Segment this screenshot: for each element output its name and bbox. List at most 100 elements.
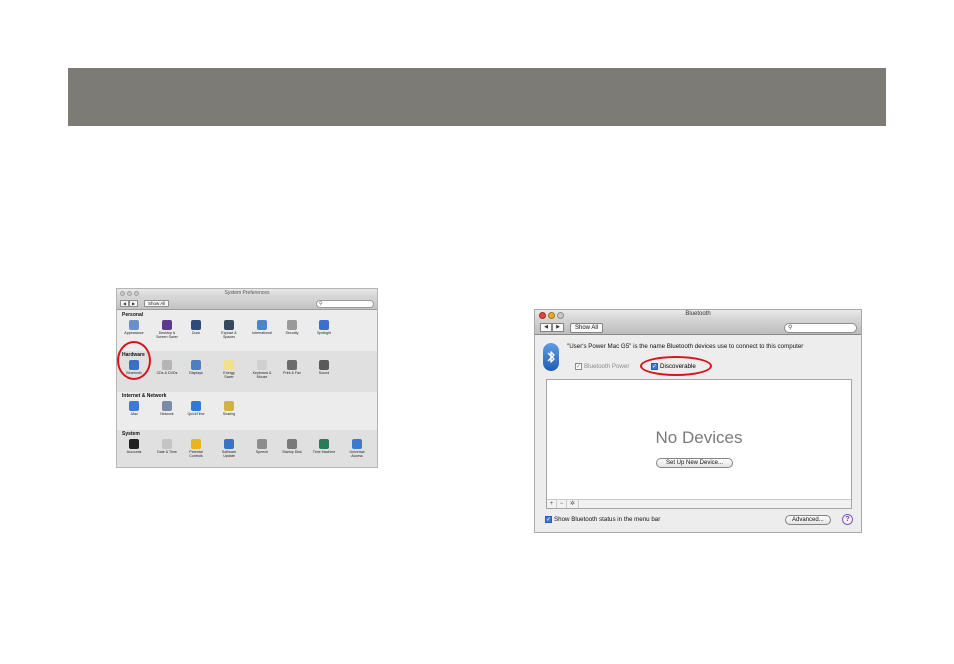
sp-toolbar: ◀ ▶ Show All ⚲ [117, 298, 377, 310]
microphone-icon [257, 439, 267, 449]
preference-pane-item[interactable]: Keyboard & Mouse [250, 360, 274, 379]
flag-icon [257, 320, 267, 330]
sp-search-input[interactable]: ⚲ [316, 300, 374, 308]
set-up-new-device-button[interactable]: Set Up New Device... [656, 458, 734, 468]
preference-pane-item[interactable]: Date & Time [155, 439, 179, 454]
bluetooth-power-checkbox[interactable]: ✓ Bluetooth Power [575, 363, 629, 370]
preference-pane-label: Displays [189, 371, 203, 375]
show-status-checkbox[interactable]: ✓ Show Bluetooth status in the menu bar [545, 516, 660, 523]
preference-pane-item[interactable]: Energy Saver [217, 360, 241, 379]
preference-pane-label: Startup Disk [282, 450, 302, 454]
preference-pane-label: Sound [318, 371, 330, 375]
no-devices-text: No Devices [655, 428, 743, 447]
network-icon [162, 401, 172, 411]
preference-pane-label: Energy Saver [223, 371, 235, 379]
section-header: Personal [122, 312, 144, 318]
remove-device-button[interactable]: − [557, 500, 567, 508]
system-preferences-window: System Preferences ◀ ▶ Show All ⚲ Person… [116, 288, 378, 468]
preference-pane-item[interactable]: QuickTime [184, 401, 208, 416]
preference-pane-item[interactable]: Appearance [122, 320, 146, 335]
preference-pane-label: Accounts [126, 450, 142, 454]
preference-pane-label: Sharing [222, 412, 236, 416]
preference-pane-label: Keyboard & Mouse [252, 371, 272, 379]
preference-pane-label: Print & Fax [283, 371, 301, 375]
dock-icon [191, 320, 201, 330]
preference-pane-item[interactable]: Dock [184, 320, 208, 335]
preference-pane-item[interactable]: International [250, 320, 274, 335]
preference-pane-label: Exposé & Spaces [221, 331, 237, 339]
preference-pane-item[interactable]: Startup Disk [280, 439, 304, 454]
mac-icon [129, 401, 139, 411]
clock-icon [162, 439, 172, 449]
preference-pane-label: Date & Time [157, 450, 177, 454]
preference-pane-label: Time Machine [312, 450, 336, 454]
preference-pane-item[interactable]: Time Machine [312, 439, 336, 454]
bt-toolbar: ◀ ▶ Show All ⚲ [535, 320, 861, 335]
preference-pane-label: CDs & DVDs [156, 371, 178, 375]
preference-pane-label: QuickTime [187, 412, 205, 416]
preference-pane-label: Spotlight [317, 331, 331, 335]
advanced-button[interactable]: Advanced... [785, 515, 831, 525]
bluetooth-highlight-circle [117, 341, 151, 380]
pane-section: Hardware Bluetooth CDs & DVDs Displays Energ… [117, 351, 377, 392]
sp-show-all-button[interactable]: Show All [144, 300, 170, 307]
preference-pane-item[interactable]: Print & Fax [280, 360, 304, 375]
bt-list-controls: + − ✲ [547, 499, 851, 508]
checkbox-mark: ✓ [575, 363, 582, 370]
preference-pane-label: Dock [191, 331, 201, 335]
bt-device-list[interactable]: No Devices Set Up New Device... + − ✲ [546, 379, 852, 509]
bluetooth-window: Bluetooth ◀ ▶ Show All ⚲ "User's Power M… [534, 309, 862, 533]
discoverable-highlight-circle [640, 356, 712, 376]
update-icon [224, 439, 234, 449]
help-icon[interactable]: ? [842, 514, 853, 525]
cd-icon [162, 360, 172, 370]
bt-search-input[interactable]: ⚲ [784, 323, 857, 333]
preference-pane-label: .Mac [130, 412, 138, 416]
preference-pane-item[interactable]: Sound [312, 360, 336, 375]
preference-pane-item[interactable]: Parental Controls [184, 439, 208, 458]
parental-icon [191, 439, 201, 449]
sharing-icon [224, 401, 234, 411]
preference-pane-label: Security [285, 331, 299, 335]
preference-pane-item[interactable]: Network [155, 401, 179, 416]
sp-title-bar: System Preferences [117, 289, 377, 298]
desktop-icon [162, 320, 172, 330]
add-device-button[interactable]: + [547, 500, 557, 508]
preference-pane-item[interactable]: Desktop & Screen Saver [155, 320, 179, 339]
preference-pane-item[interactable]: Accounts [122, 439, 146, 454]
keyboard-icon [257, 360, 267, 370]
gear-icon[interactable]: ✲ [567, 500, 579, 508]
display-icon [191, 360, 201, 370]
disk-icon [287, 439, 297, 449]
preference-pane-item[interactable]: Speech [250, 439, 274, 454]
search-icon: ⚲ [319, 301, 323, 307]
bt-title-bar: Bluetooth [535, 310, 861, 320]
preference-pane-item[interactable]: Spotlight [312, 320, 336, 335]
preference-pane-label: Universal Access [349, 450, 365, 458]
header-banner [68, 68, 886, 126]
section-header: System [122, 431, 140, 437]
preference-pane-item[interactable]: Software Update [217, 439, 241, 458]
preference-pane-item[interactable]: Security [280, 320, 304, 335]
preference-pane-item[interactable]: .Mac [122, 401, 146, 416]
bt-show-all-button[interactable]: Show All [570, 323, 604, 333]
preference-pane-item[interactable]: Universal Access [345, 439, 369, 458]
spotlight-icon [319, 320, 329, 330]
bt-back-button[interactable]: ◀ [540, 323, 552, 332]
preference-pane-item[interactable]: CDs & DVDs [155, 360, 179, 375]
printer-icon [287, 360, 297, 370]
sp-forward-button[interactable]: ▶ [129, 300, 138, 307]
sp-back-button[interactable]: ◀ [120, 300, 129, 307]
preference-pane-item[interactable]: Sharing [217, 401, 241, 416]
quicktime-icon [191, 401, 201, 411]
pane-section: System Accounts Date & Time Parental Contro… [117, 430, 377, 467]
preference-pane-label: Appearance [124, 331, 144, 335]
pane-section: Internet & Network .Mac Network QuickTime Sh… [117, 392, 377, 430]
preference-pane-item[interactable]: Displays [184, 360, 208, 375]
bt-forward-button[interactable]: ▶ [552, 323, 564, 332]
show-status-label: Show Bluetooth status in the menu bar [554, 516, 661, 523]
bluetooth-logo-icon [543, 343, 559, 371]
universal-access-icon [352, 439, 362, 449]
preference-pane-item[interactable]: Exposé & Spaces [217, 320, 241, 339]
appearance-icon [129, 320, 139, 330]
